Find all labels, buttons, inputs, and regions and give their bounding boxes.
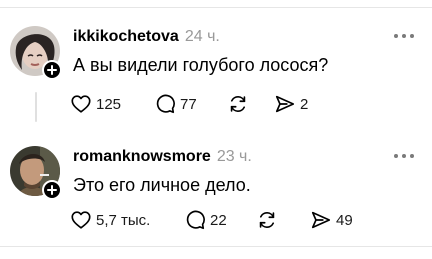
share-button[interactable]: 49	[310, 208, 353, 232]
speech-bubble-icon	[186, 210, 205, 230]
timestamp: 23 ч.	[216, 148, 252, 165]
plus-icon	[47, 185, 57, 195]
heart-icon	[71, 95, 91, 113]
comment-button[interactable]: 77	[154, 92, 197, 116]
repost-button[interactable]	[227, 92, 249, 116]
separator-line	[0, 7, 432, 8]
comment-button[interactable]: 22	[184, 208, 227, 232]
share-count: 49	[336, 211, 353, 229]
follow-badge[interactable]	[42, 180, 62, 200]
username[interactable]: ikkikochetova	[73, 28, 179, 45]
comment-count: 22	[210, 211, 227, 229]
thread-line	[35, 92, 37, 122]
username[interactable]: romanknowsmore	[73, 148, 211, 165]
like-count: 125	[96, 95, 122, 113]
more-dots-icon[interactable]	[394, 154, 414, 160]
like-button[interactable]: 5,7 тыс.	[70, 208, 150, 232]
send-icon	[275, 95, 295, 113]
repost-button[interactable]	[256, 208, 278, 232]
post-header: ikkikochetova 24 ч.	[73, 27, 220, 47]
like-button[interactable]: 125	[70, 92, 121, 116]
heart-icon	[71, 211, 91, 229]
comment-count: 77	[180, 95, 197, 113]
repost-arrows-icon	[259, 212, 275, 228]
separator-line	[0, 246, 432, 247]
like-count: 5,7 тыс.	[96, 211, 151, 229]
send-icon	[311, 211, 331, 229]
more-dots-icon[interactable]	[394, 34, 414, 40]
repost-arrows-icon	[230, 96, 246, 112]
share-count: 2	[300, 95, 309, 113]
timestamp: 24 ч.	[184, 28, 220, 45]
share-button[interactable]: 2	[274, 92, 308, 116]
post-text: А вы видели голубого лосося?	[73, 55, 329, 75]
post: ikkikochetova 24 ч. А вы видели голубого …	[0, 16, 432, 126]
speech-bubble-icon	[156, 94, 175, 114]
post-header: romanknowsmore 23 ч.	[73, 147, 252, 167]
post: romanknowsmore 23 ч. Это его личное дело.…	[0, 136, 432, 236]
plus-icon	[47, 65, 57, 75]
post-text: Это его личное дело.	[73, 175, 251, 195]
follow-badge[interactable]	[42, 60, 62, 80]
